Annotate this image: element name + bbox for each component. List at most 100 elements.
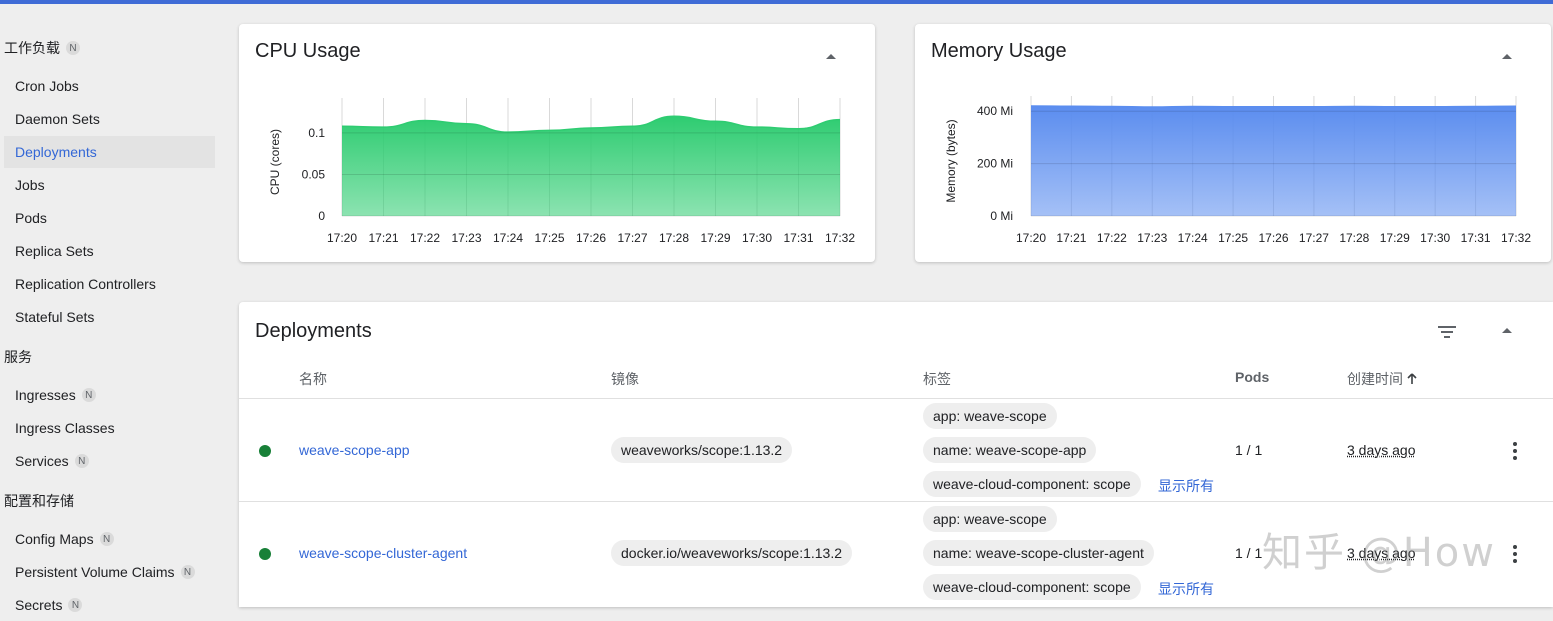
deployment-name-link[interactable]: weave-scope-cluster-agent: [299, 545, 467, 561]
x-tick-label: 17:22: [1097, 231, 1127, 245]
sidebar-item-services[interactable]: Services N: [4, 445, 215, 477]
section-title: 工作负载: [4, 40, 60, 56]
sidebar-section-workloads[interactable]: 工作负载 N: [4, 38, 80, 58]
memory-usage-card: Memory Usage 0 Mi 200 Mi 400 Mi 17:20 17:21 1…: [915, 24, 1551, 262]
collapse-button[interactable]: [1497, 320, 1517, 340]
y-axis-label: CPU (cores): [268, 129, 282, 195]
show-all-labels-link[interactable]: 显示所有: [1158, 476, 1214, 496]
x-tick-label: 17:21: [1056, 231, 1086, 245]
sidebar-item-stateful-sets[interactable]: Stateful Sets: [4, 301, 215, 333]
sidebar-item-ingresses[interactable]: Ingresses N: [4, 379, 215, 411]
y-tick-label: 0 Mi: [990, 209, 1013, 223]
sidebar-item-label: Pods: [15, 210, 47, 226]
column-header-label: 创建时间: [1347, 371, 1403, 387]
x-tick-label: 17:24: [493, 231, 523, 245]
y-axis-label: Memory (bytes): [944, 119, 958, 202]
show-all-labels-link[interactable]: 显示所有: [1158, 579, 1214, 599]
x-tick-label: 17:23: [1137, 231, 1167, 245]
column-header-created[interactable]: 创建时间: [1347, 369, 1417, 389]
image-chip: weaveworks/scope:1.13.2: [611, 437, 793, 463]
row-divider: [239, 398, 1553, 399]
sidebar-item-config-maps[interactable]: Config Maps N: [4, 523, 215, 555]
namespaced-badge: N: [99, 532, 114, 546]
namespaced-badge: N: [68, 598, 83, 612]
pods-count: 1 / 1: [1235, 545, 1263, 561]
memory-area-chart: 0 Mi 200 Mi 400 Mi 17:20 17:21 17:22 17:23 17:2…: [944, 96, 1531, 245]
x-tick-label: 17:31: [1461, 231, 1491, 245]
sidebar-item-secrets[interactable]: Secrets N: [4, 589, 215, 621]
label-chip: weave-cloud-component: scope: [923, 574, 1141, 600]
created-time: 3 days ago: [1347, 545, 1416, 561]
y-tick-label: 0.05: [302, 167, 326, 181]
sidebar-item-label: Cron Jobs: [15, 78, 79, 94]
top-app-bar: [0, 0, 1553, 4]
sidebar-item-label: Jobs: [15, 177, 45, 193]
filter-button[interactable]: [1437, 324, 1457, 340]
label-chip: weave-cloud-component: scope: [923, 471, 1141, 497]
running-status-icon: [259, 445, 271, 457]
label-chip: name: weave-scope-cluster-agent: [923, 540, 1154, 566]
sidebar-item-persistent-volume-claims[interactable]: Persistent Volume Claims N: [4, 556, 215, 588]
running-status-icon: [259, 548, 271, 560]
card-title: Deployments: [255, 320, 372, 342]
sidebar-item-pods[interactable]: Pods: [4, 202, 215, 234]
created-time: 3 days ago: [1347, 442, 1416, 458]
x-tick-label: 17:30: [1420, 231, 1450, 245]
series-area: [342, 116, 840, 216]
row-actions-menu-icon[interactable]: [1505, 439, 1525, 463]
series-area: [1031, 106, 1516, 216]
sidebar-item-label: Ingresses: [15, 387, 76, 403]
sidebar-item-ingress-classes[interactable]: Ingress Classes: [4, 412, 215, 444]
column-header-pods: Pods: [1235, 369, 1270, 385]
label-chip: app: weave-scope: [923, 403, 1057, 429]
row-divider: [239, 501, 1553, 502]
label-chip: app: weave-scope: [923, 506, 1057, 532]
y-tick-label: 0.1: [308, 126, 325, 140]
sidebar-item-cron-jobs[interactable]: Cron Jobs: [4, 70, 215, 102]
sidebar-item-label: Secrets: [15, 597, 63, 613]
row-actions-menu-icon[interactable]: [1505, 542, 1525, 566]
cpu-area-chart: 0 0.05 0.1 17:20 17:21 17:22 17:23 17:24 17:25 17…: [268, 98, 855, 245]
x-tick-label: 17:26: [1258, 231, 1288, 245]
namespaced-badge: N: [180, 565, 195, 579]
deployment-name-link[interactable]: weave-scope-app: [299, 442, 410, 458]
sidebar-item-daemon-sets[interactable]: Daemon Sets: [4, 103, 215, 135]
y-tick-label: 400 Mi: [977, 104, 1013, 118]
x-tick-label: 17:30: [742, 231, 772, 245]
sidebar-item-label: Persistent Volume Claims: [15, 564, 175, 580]
namespaced-badge: N: [81, 388, 96, 402]
x-tick-label: 17:32: [825, 231, 855, 245]
filter-list-icon: [1438, 326, 1456, 338]
sidebar-item-label: Services: [15, 453, 69, 469]
x-tick-label: 17:29: [1380, 231, 1410, 245]
sidebar-item-label: Replica Sets: [15, 243, 94, 259]
x-tick-label: 17:25: [534, 231, 564, 245]
sidebar-item-label: Stateful Sets: [15, 309, 95, 325]
sidebar-item-replication-controllers[interactable]: Replication Controllers: [4, 268, 215, 300]
x-tick-label: 17:27: [1299, 231, 1329, 245]
x-tick-label: 17:28: [659, 231, 689, 245]
section-title: 服务: [4, 349, 32, 365]
x-tick-label: 17:21: [368, 231, 398, 245]
column-header-name[interactable]: 名称: [299, 369, 327, 389]
x-tick-label: 17:29: [700, 231, 730, 245]
x-tick-label: 17:22: [410, 231, 440, 245]
y-tick-label: 200 Mi: [977, 157, 1013, 171]
x-tick-label: 17:23: [451, 231, 481, 245]
sidebar-item-replica-sets[interactable]: Replica Sets: [4, 235, 215, 267]
x-tick-label: 17:25: [1218, 231, 1248, 245]
chevron-up-icon: [1502, 327, 1512, 333]
section-title: 配置和存储: [4, 493, 74, 509]
sidebar-item-label: Config Maps: [15, 531, 94, 547]
label-chip: name: weave-scope-app: [923, 437, 1097, 463]
sidebar: 工作负载 N Cron Jobs Daemon Sets Deployments…: [0, 4, 230, 613]
image-chip: docker.io/weaveworks/scope:1.13.2: [611, 540, 853, 566]
sidebar-section-config-storage[interactable]: 配置和存储: [4, 491, 74, 511]
x-tick-label: 17:26: [576, 231, 606, 245]
namespaced-badge: N: [66, 41, 80, 55]
sidebar-section-services[interactable]: 服务: [4, 347, 32, 367]
sidebar-item-deployments[interactable]: Deployments: [4, 136, 215, 168]
pods-count: 1 / 1: [1235, 442, 1263, 458]
sidebar-item-jobs[interactable]: Jobs: [4, 169, 215, 201]
x-tick-label: 17:32: [1501, 231, 1531, 245]
